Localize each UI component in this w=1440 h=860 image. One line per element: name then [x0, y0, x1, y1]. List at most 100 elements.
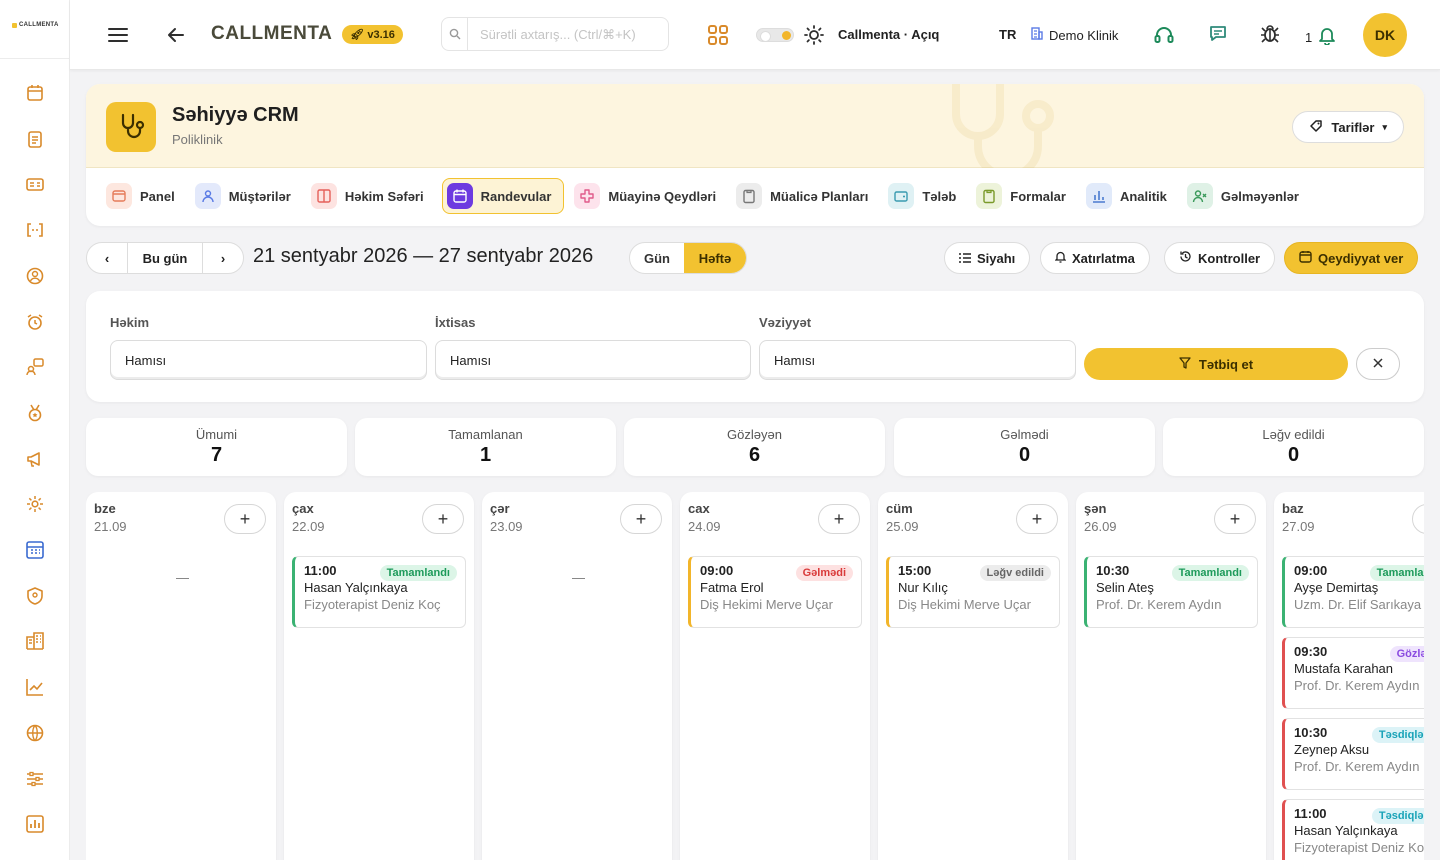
grid-calendar-icon[interactable]: [24, 539, 46, 561]
building-icon[interactable]: [24, 630, 46, 652]
stat-card: Tamamlanan 1: [355, 418, 616, 476]
plus-icon: +: [1031, 508, 1043, 529]
status-filter-select[interactable]: Hamısı: [759, 340, 1076, 380]
appointment-patient: Hasan Yalçınkaya: [304, 580, 408, 595]
appointment-card[interactable]: 15:00 Nur Kılıç Diş Hekimi Merve Uçar Ləğv …: [886, 556, 1060, 628]
empty-day-marker: —: [572, 570, 585, 585]
search-box[interactable]: [441, 17, 669, 51]
theme-toggle[interactable]: [756, 28, 794, 42]
bug-icon[interactable]: [1258, 22, 1282, 46]
register-appointment-button[interactable]: Qeydiyyat ver: [1284, 242, 1419, 274]
shield-icon[interactable]: [24, 585, 46, 607]
tab-analitik[interactable]: Analitik: [1084, 178, 1177, 214]
appointment-card[interactable]: 09:00 Ayşe Demirtaş Uzm. Dr. Elif Sarıkaya…: [1282, 556, 1424, 628]
clinic-switch[interactable]: Demo Klinik: [1031, 27, 1118, 43]
date-navigation: ‹ Bu gün ›: [86, 242, 244, 274]
next-week-button[interactable]: ›: [203, 243, 243, 273]
add-appointment-button[interactable]: +: [1016, 504, 1058, 534]
notification-count: 1: [1305, 30, 1313, 45]
module-header-card: Səhiyyə CRM Poliklinik Tariflər ▾ Panel M…: [86, 84, 1424, 226]
appointment-card[interactable]: 09:00 Fatma Erol Diş Hekimi Merve Uçar Gəlm…: [688, 556, 862, 628]
tab-randevular[interactable]: Randevular: [441, 178, 565, 214]
appointment-card[interactable]: 10:30 Zeynep Aksu Prof. Dr. Kerem Aydın Təs…: [1282, 718, 1424, 790]
menu-icon[interactable]: [106, 23, 130, 47]
sliders-icon[interactable]: [24, 768, 46, 790]
filter-panel: Həkim Hamısı İxtisas Hamısı Vəziyyət Ham…: [86, 291, 1424, 402]
rail-logo[interactable]: CALLMENTA: [12, 22, 59, 28]
tab-həkim-səfəri[interactable]: Həkim Səfəri: [309, 178, 434, 214]
tab-label: Analitik: [1119, 188, 1167, 204]
add-appointment-button[interactable]: +: [422, 504, 464, 534]
appointment-doctor: Fizyoterapist Deniz Koç: [304, 597, 441, 612]
appointment-card[interactable]: 10:30 Selin Ateş Prof. Dr. Kerem Aydın Tama…: [1084, 556, 1258, 628]
alarm-icon[interactable]: [24, 311, 46, 333]
reminder-button[interactable]: Xatırlatma: [1040, 242, 1150, 274]
tab-müalicə-planları[interactable]: Müalicə Planları: [734, 178, 878, 214]
specialty-filter-select[interactable]: Hamısı: [435, 340, 751, 380]
add-appointment-button[interactable]: +: [818, 504, 860, 534]
clipboard-icon[interactable]: [24, 128, 46, 150]
search-input[interactable]: [468, 18, 668, 50]
day-column: cax 24.09 +09:00 Fatma Erol Diş Hekimi Merve…: [680, 492, 870, 860]
tab-tələb[interactable]: Tələb: [886, 178, 966, 214]
appointment-doctor: Prof. Dr. Kerem Aydın: [1294, 759, 1420, 774]
app-name[interactable]: CALLMENTA: [211, 23, 332, 45]
controls-button[interactable]: Kontroller: [1164, 242, 1276, 274]
gear-icon[interactable]: [24, 493, 46, 515]
list-view-button[interactable]: Siyahı: [944, 242, 1031, 274]
user-circle-icon[interactable]: [24, 265, 46, 287]
calendar-icon[interactable]: [24, 82, 46, 104]
bar-chart-icon: [1085, 183, 1112, 209]
tab-müştərilər[interactable]: Müştərilər: [193, 178, 301, 214]
rail-divider: [0, 58, 70, 59]
prev-week-button[interactable]: ‹: [87, 243, 127, 273]
theme-label[interactable]: Callmenta · Açıq: [838, 27, 939, 42]
apply-filter-button[interactable]: Tətbiq et: [1084, 348, 1348, 380]
tab-müayinə-qeydləri[interactable]: Müayinə Qeydləri: [572, 178, 726, 214]
back-arrow-icon[interactable]: [164, 23, 188, 47]
medal-icon[interactable]: [24, 402, 46, 424]
megaphone-icon[interactable]: [24, 448, 46, 470]
id-card-icon[interactable]: [24, 173, 46, 195]
add-appointment-button[interactable]: +: [1412, 504, 1424, 534]
language-switch[interactable]: TR: [999, 27, 1016, 42]
add-appointment-button[interactable]: +: [224, 504, 266, 534]
sun-icon[interactable]: [802, 23, 826, 47]
view-day-button[interactable]: Gün: [630, 243, 684, 273]
tab-gəlməyənlər[interactable]: Gəlməyənlər: [1185, 178, 1309, 214]
bar-chart-icon[interactable]: [24, 813, 46, 835]
user-avatar[interactable]: DK: [1363, 13, 1407, 57]
code-brackets-icon[interactable]: [24, 219, 46, 241]
bell-icon[interactable]: [1315, 23, 1339, 47]
day-name: cüm: [886, 501, 913, 516]
appointment-card[interactable]: 11:00 Hasan Yalçınkaya Fizyoterapist Deniz…: [292, 556, 466, 628]
tab-label: Panel: [140, 188, 175, 204]
day-name: baz: [1282, 501, 1304, 516]
add-appointment-button[interactable]: +: [620, 504, 662, 534]
line-chart-icon[interactable]: [24, 676, 46, 698]
stat-card: Ləğv edildi 0: [1163, 418, 1424, 476]
controls-label: Kontroller: [1198, 250, 1261, 266]
status-filter-label: Vəziyyət: [759, 315, 812, 330]
clinic-name: Demo Klinik: [1049, 27, 1119, 43]
clear-filter-button[interactable]: [1356, 348, 1400, 380]
chat-icon[interactable]: [1206, 22, 1230, 46]
add-appointment-button[interactable]: +: [1214, 504, 1256, 534]
appointment-card[interactable]: 09:30 Mustafa Karahan Prof. Dr. Kerem Aydı…: [1282, 637, 1424, 709]
status-badge: Gəlmədi: [795, 565, 853, 581]
doctor-filter-select[interactable]: Hamısı: [110, 340, 427, 380]
tab-panel[interactable]: Panel: [104, 178, 185, 214]
view-week-button[interactable]: Həftə: [684, 243, 746, 273]
today-button[interactable]: Bu gün: [127, 243, 203, 273]
chat-user-icon[interactable]: [24, 356, 46, 378]
list-view-label: Siyahı: [977, 250, 1016, 266]
globe-icon[interactable]: [24, 722, 46, 744]
appointment-card[interactable]: 11:00 Hasan Yalçınkaya Fizyoterapist Deniz…: [1282, 799, 1424, 860]
headset-icon[interactable]: [1152, 23, 1176, 47]
module-title: Səhiyyə CRM: [172, 104, 299, 126]
apps-grid-icon[interactable]: [706, 23, 730, 47]
date-range-title: 21 sentyabr 2026 — 27 sentyabr 2026: [253, 245, 594, 267]
tab-label: Müalicə Planları: [770, 188, 869, 204]
tariffs-button[interactable]: Tariflər ▾: [1292, 111, 1404, 143]
tab-formalar[interactable]: Formalar: [974, 178, 1076, 214]
